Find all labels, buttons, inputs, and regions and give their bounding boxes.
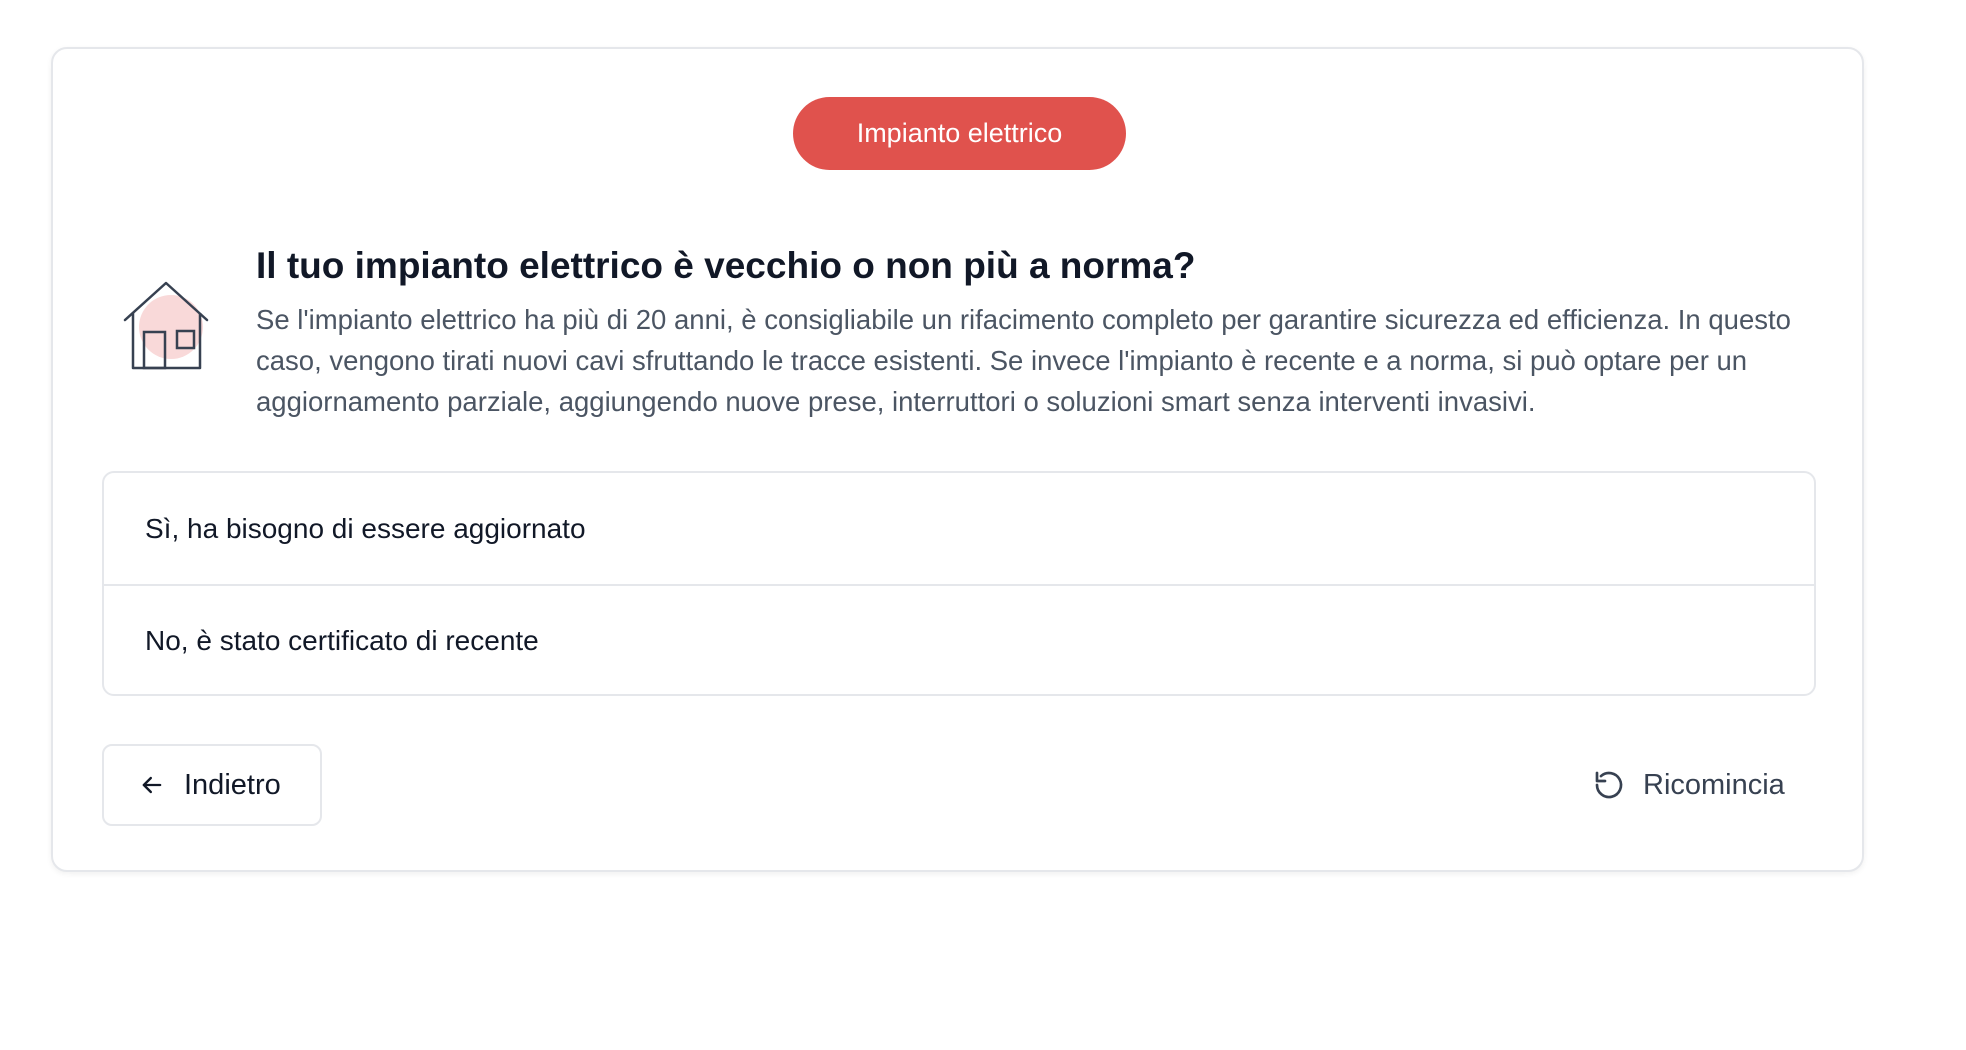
house-icon — [121, 279, 217, 375]
answer-options: Sì, ha bisogno di essere aggiornato No, … — [102, 471, 1816, 696]
restart-button[interactable]: Ricomincia — [1593, 744, 1785, 826]
question-title: Il tuo impianto elettrico è vecchio o no… — [256, 245, 1196, 286]
option-yes[interactable]: Sì, ha bisogno di essere aggiornato — [104, 473, 1814, 584]
back-button-label: Indietro — [184, 768, 281, 801]
question-description: Se l'impianto elettrico ha più di 20 ann… — [256, 304, 1791, 417]
arrow-left-icon — [142, 776, 162, 794]
restart-button-label: Ricomincia — [1643, 768, 1785, 801]
back-button[interactable]: Indietro — [102, 744, 322, 826]
question-card: Impianto elettrico Il tuo impianto elett… — [51, 47, 1864, 872]
category-badge: Impianto elettrico — [793, 97, 1126, 170]
option-no[interactable]: No, è stato certificato di recente — [104, 584, 1814, 694]
restart-icon — [1595, 771, 1623, 799]
